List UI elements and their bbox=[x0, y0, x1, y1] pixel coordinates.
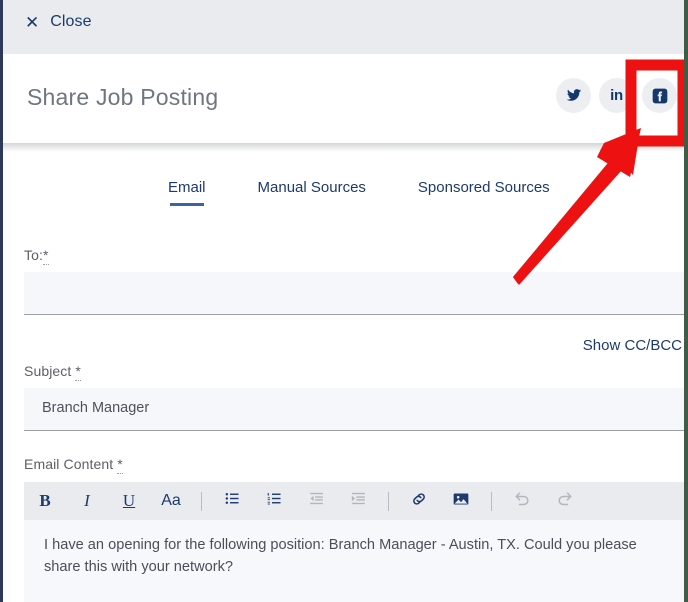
page-title: Share Job Posting bbox=[27, 84, 218, 111]
dialog-body: Email Manual Sources Sponsored Sources T… bbox=[3, 143, 684, 602]
email-content-label-text: Email Content bbox=[24, 456, 113, 472]
bold-button[interactable]: B bbox=[24, 482, 66, 520]
editor-toolbar: B I U Aa bbox=[24, 482, 684, 520]
indent-button[interactable] bbox=[337, 482, 379, 520]
email-content-required-mark: * bbox=[117, 456, 123, 474]
dialog-header: Share Job Posting in bbox=[3, 54, 684, 143]
underline-icon: U bbox=[123, 491, 135, 511]
email-body-paragraph-1: I have an opening for the following posi… bbox=[44, 534, 664, 578]
toolbar-separator bbox=[201, 492, 202, 511]
toolbar-separator-3 bbox=[491, 492, 492, 511]
twitter-icon bbox=[565, 87, 582, 104]
header-shadow bbox=[3, 143, 684, 152]
tab-manual-sources[interactable]: Manual Sources bbox=[258, 179, 366, 206]
linkedin-icon: in bbox=[610, 87, 623, 104]
indent-icon bbox=[350, 490, 367, 512]
to-label-text: To: bbox=[24, 247, 43, 263]
facebook-icon bbox=[652, 88, 668, 104]
subject-input[interactable]: Branch Manager bbox=[24, 388, 684, 431]
italic-button[interactable]: I bbox=[66, 482, 108, 520]
tab-sponsored-sources[interactable]: Sponsored Sources bbox=[418, 179, 550, 206]
undo-icon bbox=[513, 489, 532, 513]
redo-icon bbox=[555, 489, 574, 513]
show-cc-bcc-link[interactable]: Show CC/BCC bbox=[583, 337, 682, 354]
bullet-list-button[interactable] bbox=[211, 482, 253, 520]
tab-bar: Email Manual Sources Sponsored Sources bbox=[168, 179, 550, 206]
twitter-share-button[interactable] bbox=[556, 78, 591, 113]
email-content-editor[interactable]: I have an opening for the following posi… bbox=[24, 520, 684, 602]
facebook-share-button[interactable] bbox=[642, 78, 677, 113]
window-left-border bbox=[0, 0, 3, 602]
email-content-label: Email Content * bbox=[24, 456, 123, 472]
dialog-close-bar: ✕ Close bbox=[3, 0, 684, 54]
share-job-posting-dialog: ✕ Close Share Job Posting in bbox=[0, 0, 688, 602]
outdent-button[interactable] bbox=[295, 482, 337, 520]
to-field-label: To:* bbox=[24, 247, 49, 263]
toolbar-separator-2 bbox=[388, 492, 389, 511]
image-icon bbox=[452, 490, 470, 513]
subject-label-text: Subject bbox=[24, 363, 71, 379]
undo-button[interactable] bbox=[501, 482, 543, 520]
subject-input-value: Branch Manager bbox=[42, 400, 149, 416]
to-input[interactable] bbox=[24, 272, 684, 315]
numbered-list-icon bbox=[266, 490, 283, 512]
linkedin-share-button[interactable]: in bbox=[599, 78, 634, 113]
window-right-border bbox=[684, 0, 688, 602]
font-size-button[interactable]: Aa bbox=[150, 482, 192, 520]
tab-email-label: Email bbox=[168, 179, 206, 196]
link-button[interactable] bbox=[398, 482, 440, 520]
close-button[interactable]: ✕ Close bbox=[25, 13, 92, 31]
bold-icon: B bbox=[39, 491, 50, 511]
italic-icon: I bbox=[84, 491, 90, 511]
subject-field-label: Subject * bbox=[24, 363, 81, 379]
to-required-mark: * bbox=[43, 247, 49, 265]
underline-button[interactable]: U bbox=[108, 482, 150, 520]
close-x-icon: ✕ bbox=[25, 14, 39, 31]
subject-required-mark: * bbox=[75, 363, 81, 381]
bullet-list-icon bbox=[224, 490, 241, 512]
link-icon bbox=[410, 490, 428, 513]
social-share-buttons: in bbox=[556, 78, 677, 113]
outdent-icon bbox=[308, 490, 325, 512]
tab-sponsored-sources-label: Sponsored Sources bbox=[418, 179, 550, 196]
redo-button[interactable] bbox=[543, 482, 585, 520]
tab-manual-sources-label: Manual Sources bbox=[258, 179, 366, 196]
tab-email[interactable]: Email bbox=[168, 179, 206, 206]
close-button-label: Close bbox=[50, 13, 91, 31]
numbered-list-button[interactable] bbox=[253, 482, 295, 520]
image-button[interactable] bbox=[440, 482, 482, 520]
font-size-icon: Aa bbox=[161, 492, 181, 510]
